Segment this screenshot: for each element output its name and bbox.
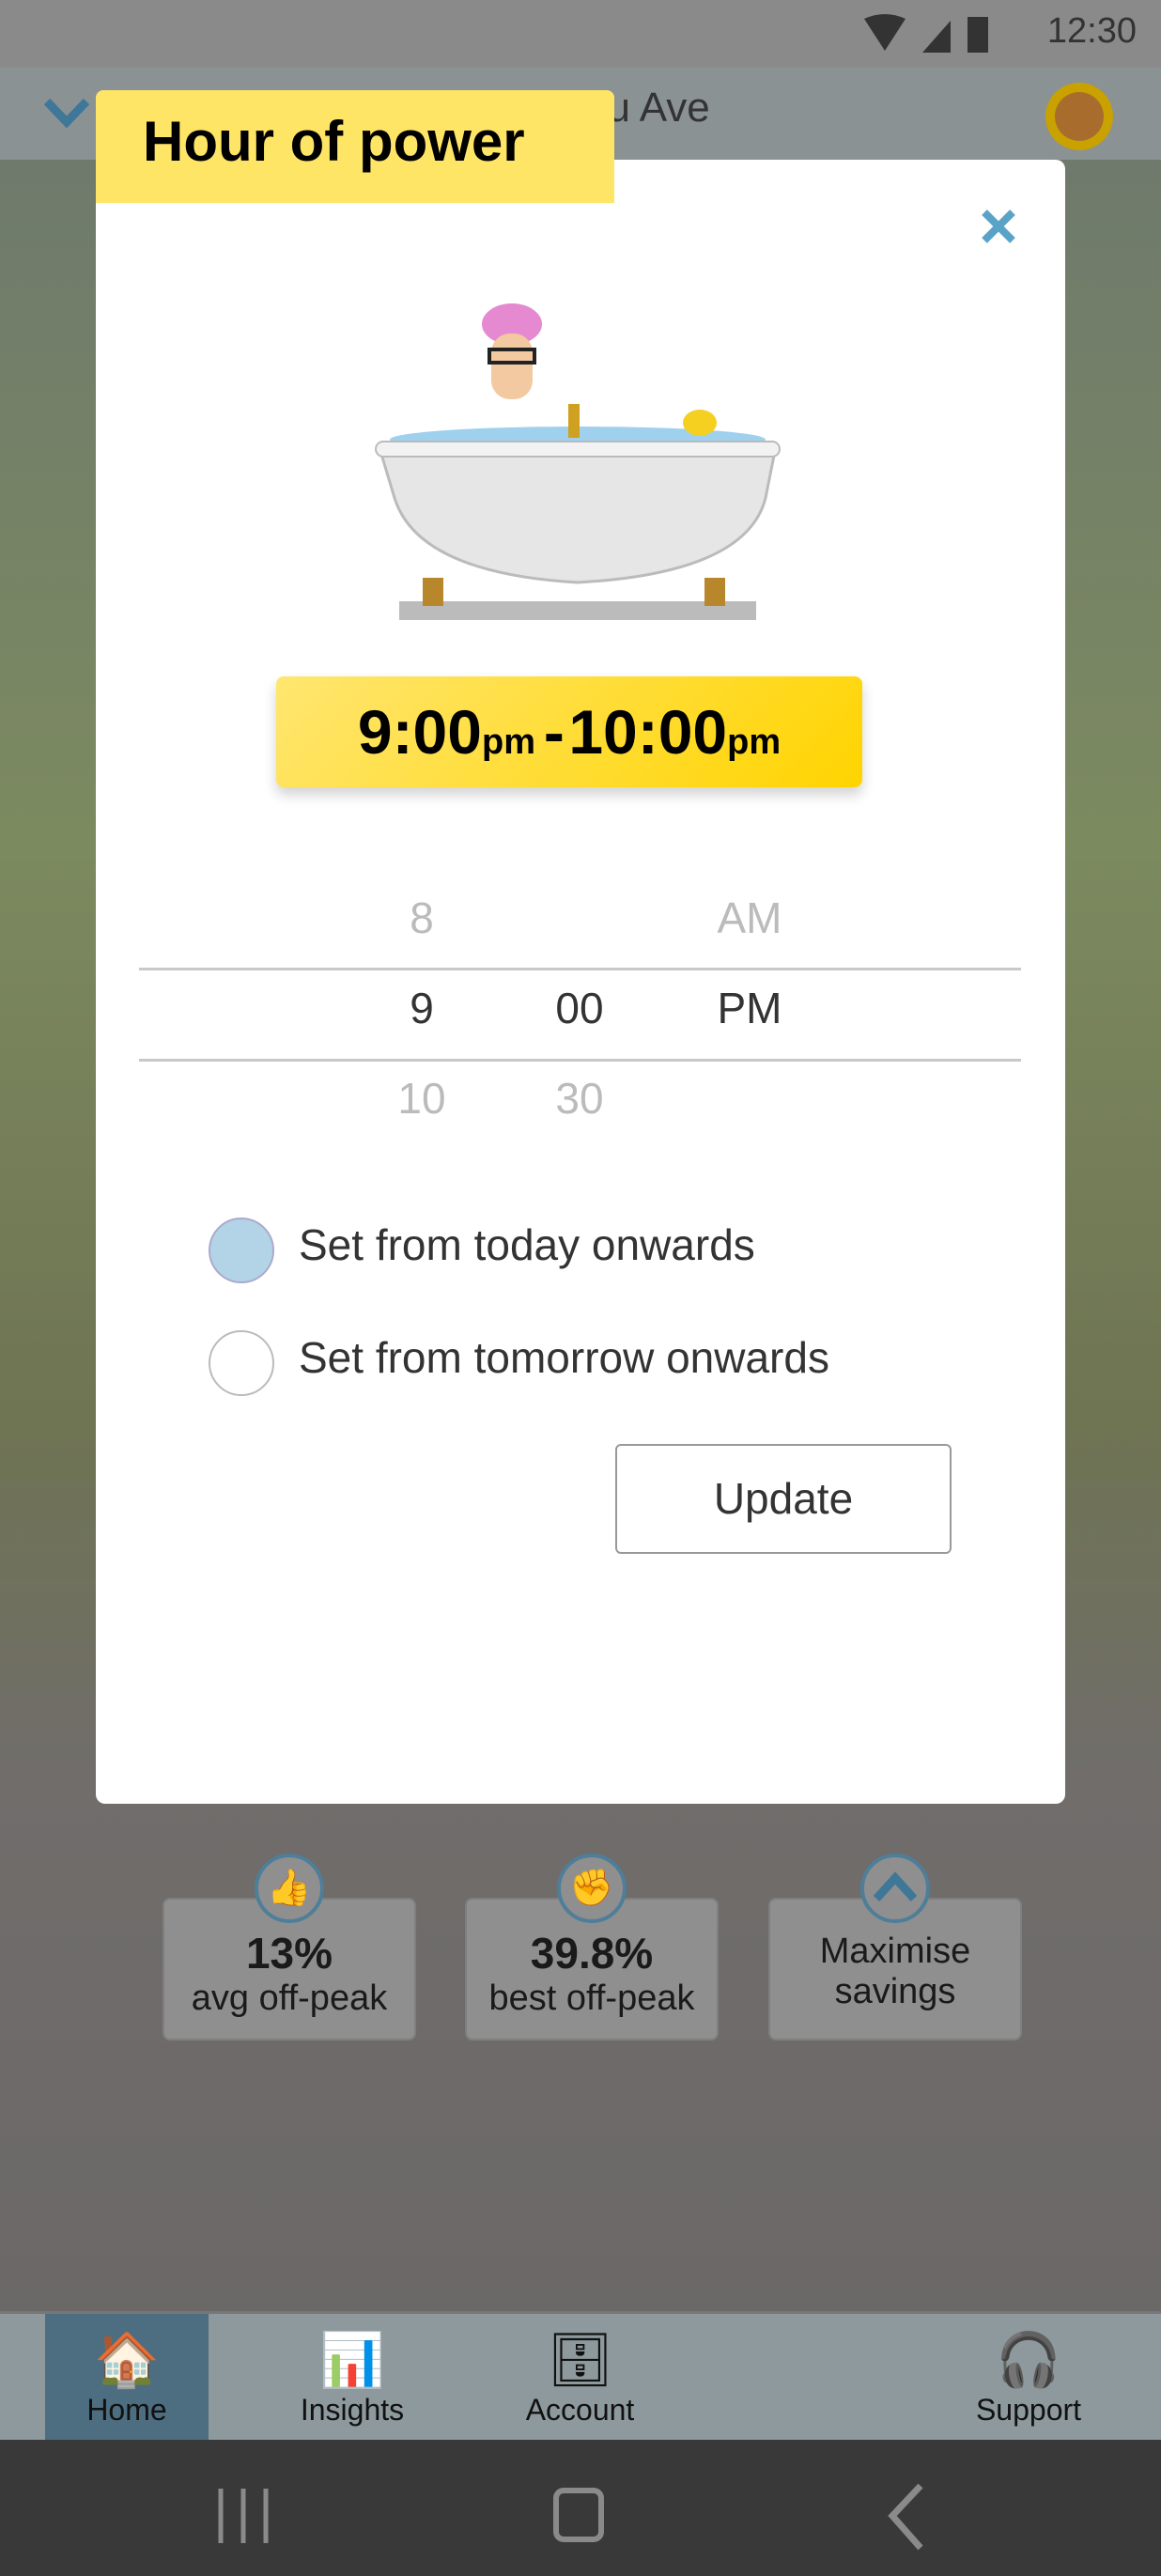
period-option[interactable]: AM	[684, 892, 815, 943]
wifi-signal-battery-icons	[864, 14, 988, 53]
minute-option[interactable]: 30	[514, 1073, 645, 1124]
dialog-title-tab: Hour of power	[96, 90, 614, 203]
avatar[interactable]	[1045, 83, 1113, 150]
radio-today[interactable]	[209, 1218, 274, 1283]
range-separator: -	[543, 697, 565, 767]
nav-support[interactable]: 🎧 Support	[949, 2314, 1108, 2443]
nav-insights[interactable]: 📊 Insights	[272, 2314, 432, 2443]
nav-label: Account	[525, 2393, 635, 2427]
house-icon: 🏠	[94, 2330, 160, 2389]
chevron-down-icon[interactable]	[43, 96, 90, 130]
minute-selected[interactable]: 00	[514, 983, 645, 1033]
radio-tomorrow[interactable]	[209, 1330, 274, 1396]
hour-option[interactable]: 8	[356, 892, 488, 943]
end-suffix: pm	[727, 722, 782, 762]
nav-label: Insights	[300, 2393, 405, 2427]
nav-home[interactable]: 🏠 Home	[45, 2314, 209, 2443]
home-icon[interactable]	[552, 2487, 609, 2543]
stat-value: 13%	[245, 1929, 333, 1978]
picker-divider	[139, 1059, 1021, 1062]
hour-option[interactable]: 10	[356, 1073, 488, 1124]
nav-label: Support	[975, 2393, 1082, 2427]
status-bar: 12:30	[0, 0, 1161, 68]
update-button[interactable]: Update	[615, 1444, 952, 1554]
time-range-badge: 9:00pm - 10:00pm	[276, 676, 862, 787]
recent-apps-icon[interactable]	[216, 2487, 282, 2545]
bottom-nav: 🏠 Home 📊 Insights 🗄 Account 🎧 Support	[0, 2311, 1161, 2443]
start-suffix: pm	[481, 722, 535, 762]
nav-label: Home	[86, 2393, 167, 2427]
stat-label: best off-peak	[488, 1979, 695, 2018]
stat-value: 39.8%	[530, 1929, 654, 1978]
back-icon[interactable]	[883, 2482, 930, 2553]
headset-icon: 🎧	[996, 2330, 1061, 2389]
start-time: 9:00	[357, 697, 482, 767]
period-selected[interactable]: PM	[684, 983, 815, 1033]
dialog-title: Hour of power	[143, 110, 525, 173]
picker-divider	[139, 968, 1021, 970]
stat-label: Maximise	[819, 1932, 971, 1971]
thumbs-up-icon: 👍	[255, 1854, 324, 1923]
nav-account[interactable]: 🗄 Account	[498, 2314, 662, 2443]
radio-today-label[interactable]: Set from today onwards	[299, 1219, 755, 1270]
fist-icon: ✊	[557, 1854, 627, 1923]
filing-cabinet-icon: 🗄	[546, 2330, 614, 2389]
system-nav-bar	[0, 2440, 1161, 2576]
clock: 12:30	[1046, 11, 1137, 51]
hour-selected[interactable]: 9	[356, 983, 488, 1033]
end-time: 10:00	[568, 697, 728, 767]
bath-illustration	[375, 303, 781, 620]
stat-label: savings	[834, 1972, 956, 2011]
stat-label: avg off-peak	[191, 1979, 388, 2018]
radio-tomorrow-label[interactable]: Set from tomorrow onwards	[299, 1332, 829, 1383]
chevron-up-icon[interactable]	[860, 1854, 930, 1923]
close-icon[interactable]	[981, 209, 1016, 244]
chart-icon: 📊	[319, 2330, 385, 2389]
